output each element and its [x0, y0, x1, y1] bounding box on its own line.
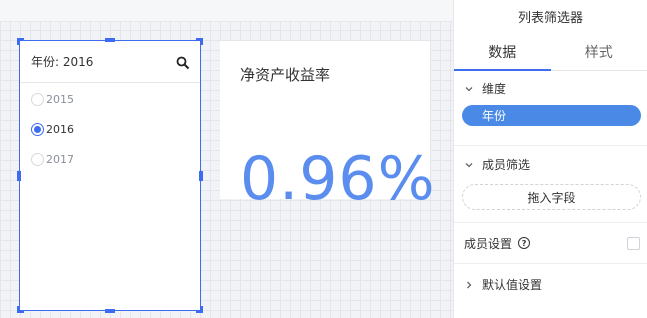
chevron-right-icon [464, 279, 474, 289]
member-settings-checkbox[interactable] [627, 236, 640, 250]
filter-option-2017[interactable]: 2017 [20, 144, 200, 174]
resize-handle-left[interactable] [17, 171, 21, 181]
list-filter-widget[interactable]: 年份: 2016 2015 2016 2017 [19, 40, 201, 311]
option-label: 2015 [46, 92, 74, 106]
drop-field-zone[interactable]: 拖入字段 [462, 184, 641, 210]
section-label: 成员筛选 [482, 157, 531, 172]
filter-title: 年份: 2016 [31, 55, 94, 69]
filter-option-2015[interactable]: 2015 [20, 84, 200, 114]
section-member-filter[interactable]: 成员筛选 [454, 146, 647, 182]
chevron-down-icon [464, 159, 474, 169]
filter-option-2016[interactable]: 2016 [20, 114, 200, 144]
filter-header: 年份: 2016 [20, 41, 200, 83]
section-dimension[interactable]: 维度 [454, 71, 647, 105]
section-label: 维度 [482, 81, 507, 96]
panel-title: 列表筛选器 [517, 11, 583, 26]
panel-tabs: 数据 样式 [454, 33, 647, 71]
kpi-title: 净资产收益率 [240, 66, 331, 84]
resize-handle-top-right[interactable] [196, 38, 203, 45]
search-icon[interactable] [176, 55, 190, 69]
filter-options: 2015 2016 2017 [20, 83, 200, 174]
help-icon[interactable]: ? [518, 237, 531, 249]
tab-style[interactable]: 样式 [551, 33, 647, 70]
settings-panel: 列表筛选器 数据 样式 维度 年份 成员筛选 拖入字段 成员设置 ? 默认值设置 [453, 0, 647, 318]
member-settings-row: 成员设置 ? [454, 223, 647, 263]
chevron-down-icon [464, 83, 474, 93]
radio-button[interactable] [31, 92, 44, 106]
member-settings-label: 成员设置 [464, 236, 513, 251]
option-label: 2016 [46, 122, 74, 136]
radio-button-selected[interactable] [31, 122, 44, 136]
section-label: 默认值设置 [482, 277, 543, 292]
tab-data[interactable]: 数据 [454, 33, 551, 71]
section-default-settings[interactable]: 默认值设置 [454, 264, 647, 304]
resize-handle-bottom-right[interactable] [196, 306, 203, 313]
radio-button[interactable] [31, 152, 44, 166]
resize-handle-bottom[interactable] [105, 309, 115, 313]
canvas-top-strip [0, 0, 453, 22]
resize-handle-top-left[interactable] [17, 38, 24, 45]
dimension-field-pill[interactable]: 年份 [462, 105, 641, 126]
kpi-value: 0.96% [240, 144, 436, 214]
option-label: 2017 [46, 152, 74, 166]
kpi-card[interactable]: 净资产收益率 0.96% [220, 41, 435, 209]
resize-handle-top[interactable] [105, 38, 115, 42]
resize-handle-bottom-left[interactable] [17, 306, 24, 313]
resize-handle-right[interactable] [199, 171, 203, 181]
